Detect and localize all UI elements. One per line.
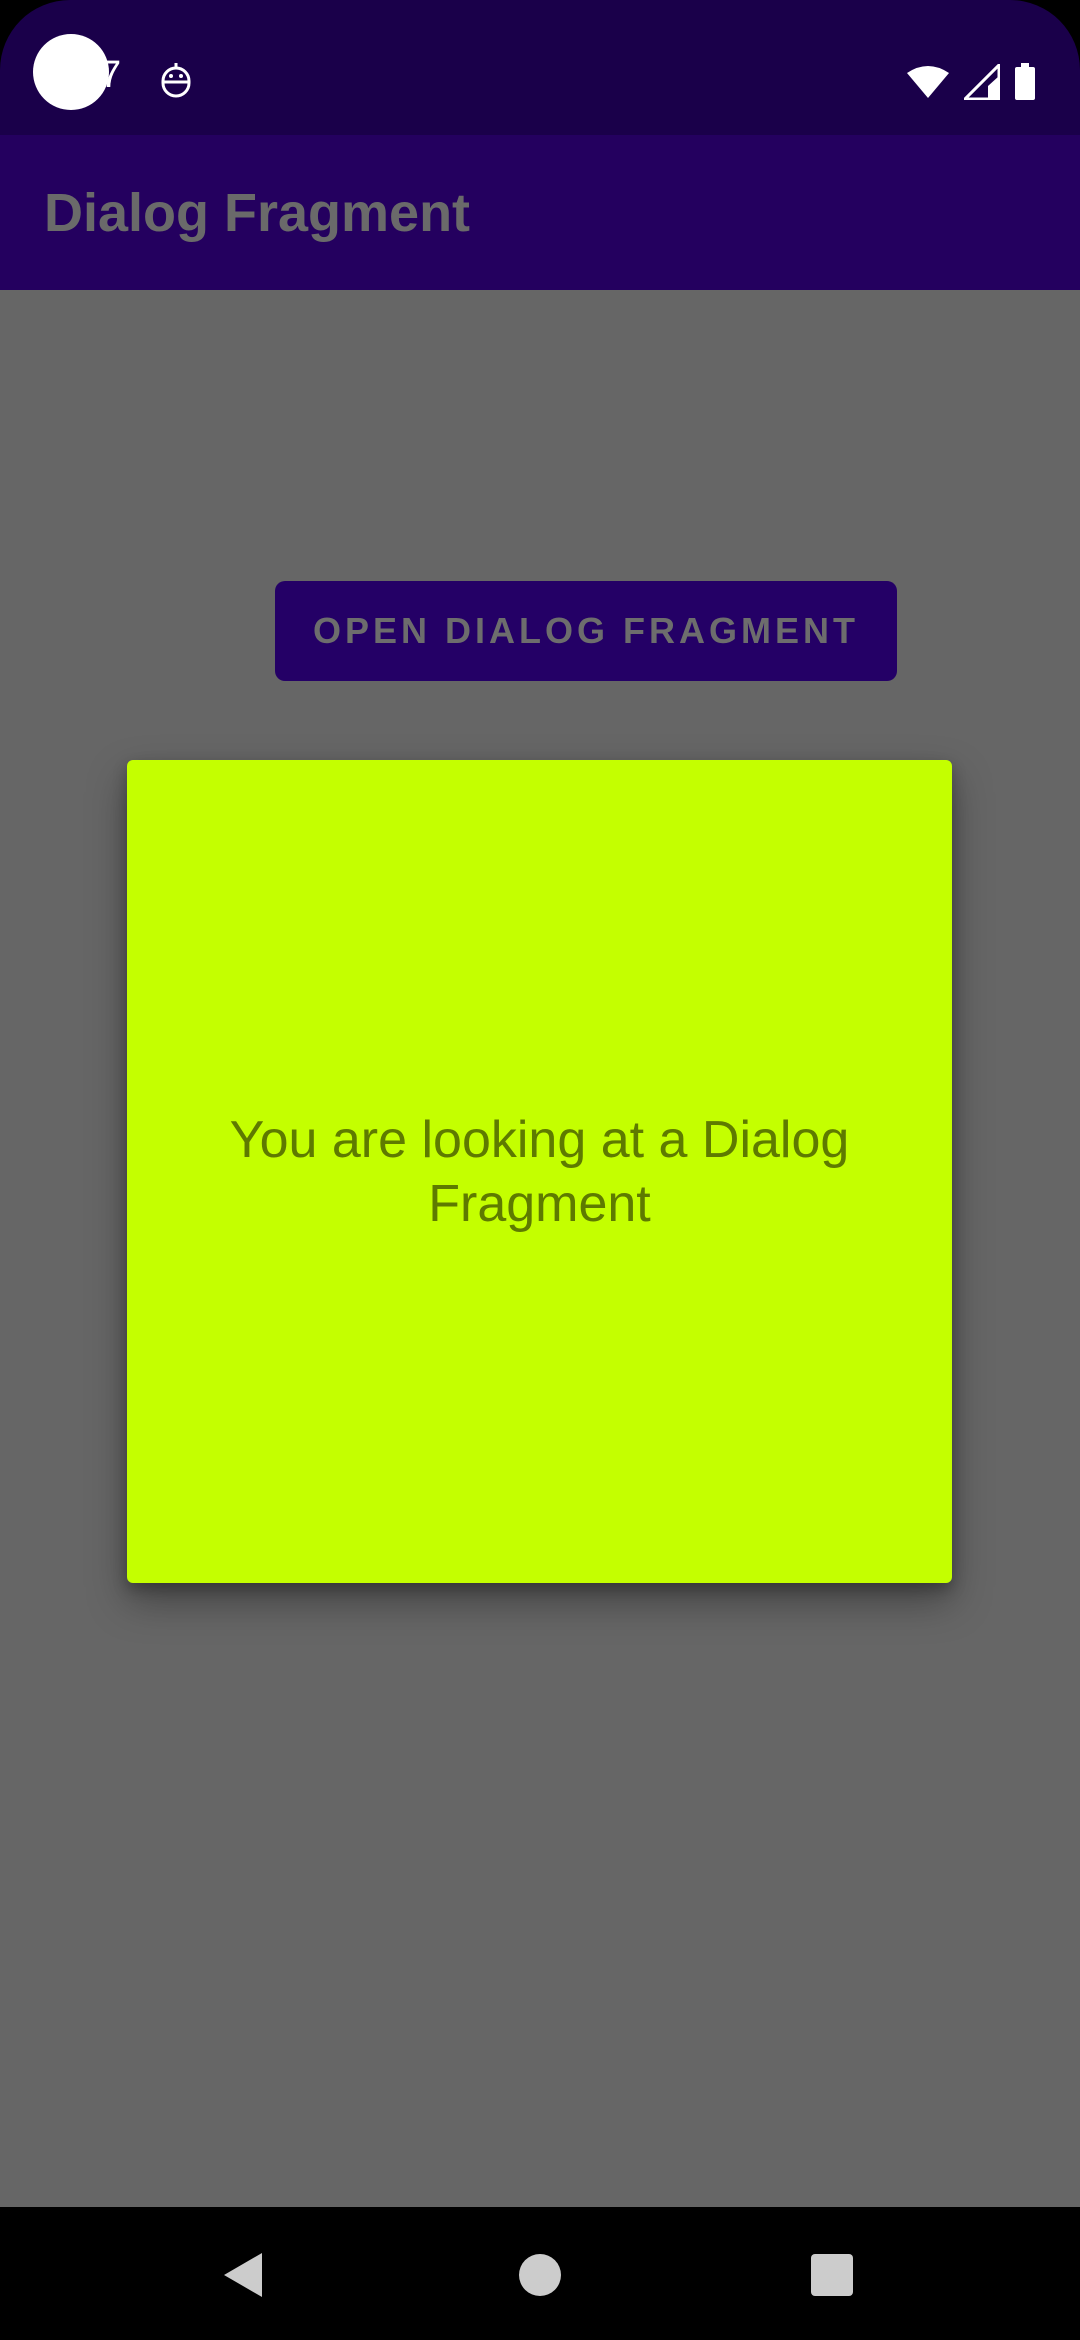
navigation-bar: [0, 2207, 1080, 2340]
notification-icon: [161, 63, 191, 98]
camera-cutout: [33, 34, 109, 110]
back-button[interactable]: [203, 2235, 283, 2315]
app-title: Dialog Fragment: [44, 182, 471, 243]
dialog-fragment: You are looking at a Dialog Fragment: [127, 760, 952, 1583]
signal-icon: [964, 64, 1000, 100]
home-button[interactable]: [500, 2235, 580, 2315]
home-icon: [519, 2254, 561, 2296]
status-bar: 7: [0, 0, 1080, 135]
battery-icon: [1015, 63, 1035, 100]
open-dialog-fragment-button[interactable]: OPEN DIALOG FRAGMENT: [275, 581, 897, 681]
device-screen: 7 Dialog Fragment OPEN DIALOG FRAGMENT Y…: [0, 0, 1080, 2340]
status-icons: [906, 62, 1036, 102]
app-bar: Dialog Fragment: [0, 135, 1080, 290]
wifi-icon: [907, 66, 949, 98]
main-content: OPEN DIALOG FRAGMENT You are looking at …: [0, 290, 1080, 2207]
recents-button[interactable]: [792, 2235, 872, 2315]
back-icon: [224, 2253, 262, 2297]
dialog-message: You are looking at a Dialog Fragment: [229, 1110, 850, 1233]
status-time: 7: [100, 54, 122, 96]
recents-icon: [811, 2254, 853, 2296]
